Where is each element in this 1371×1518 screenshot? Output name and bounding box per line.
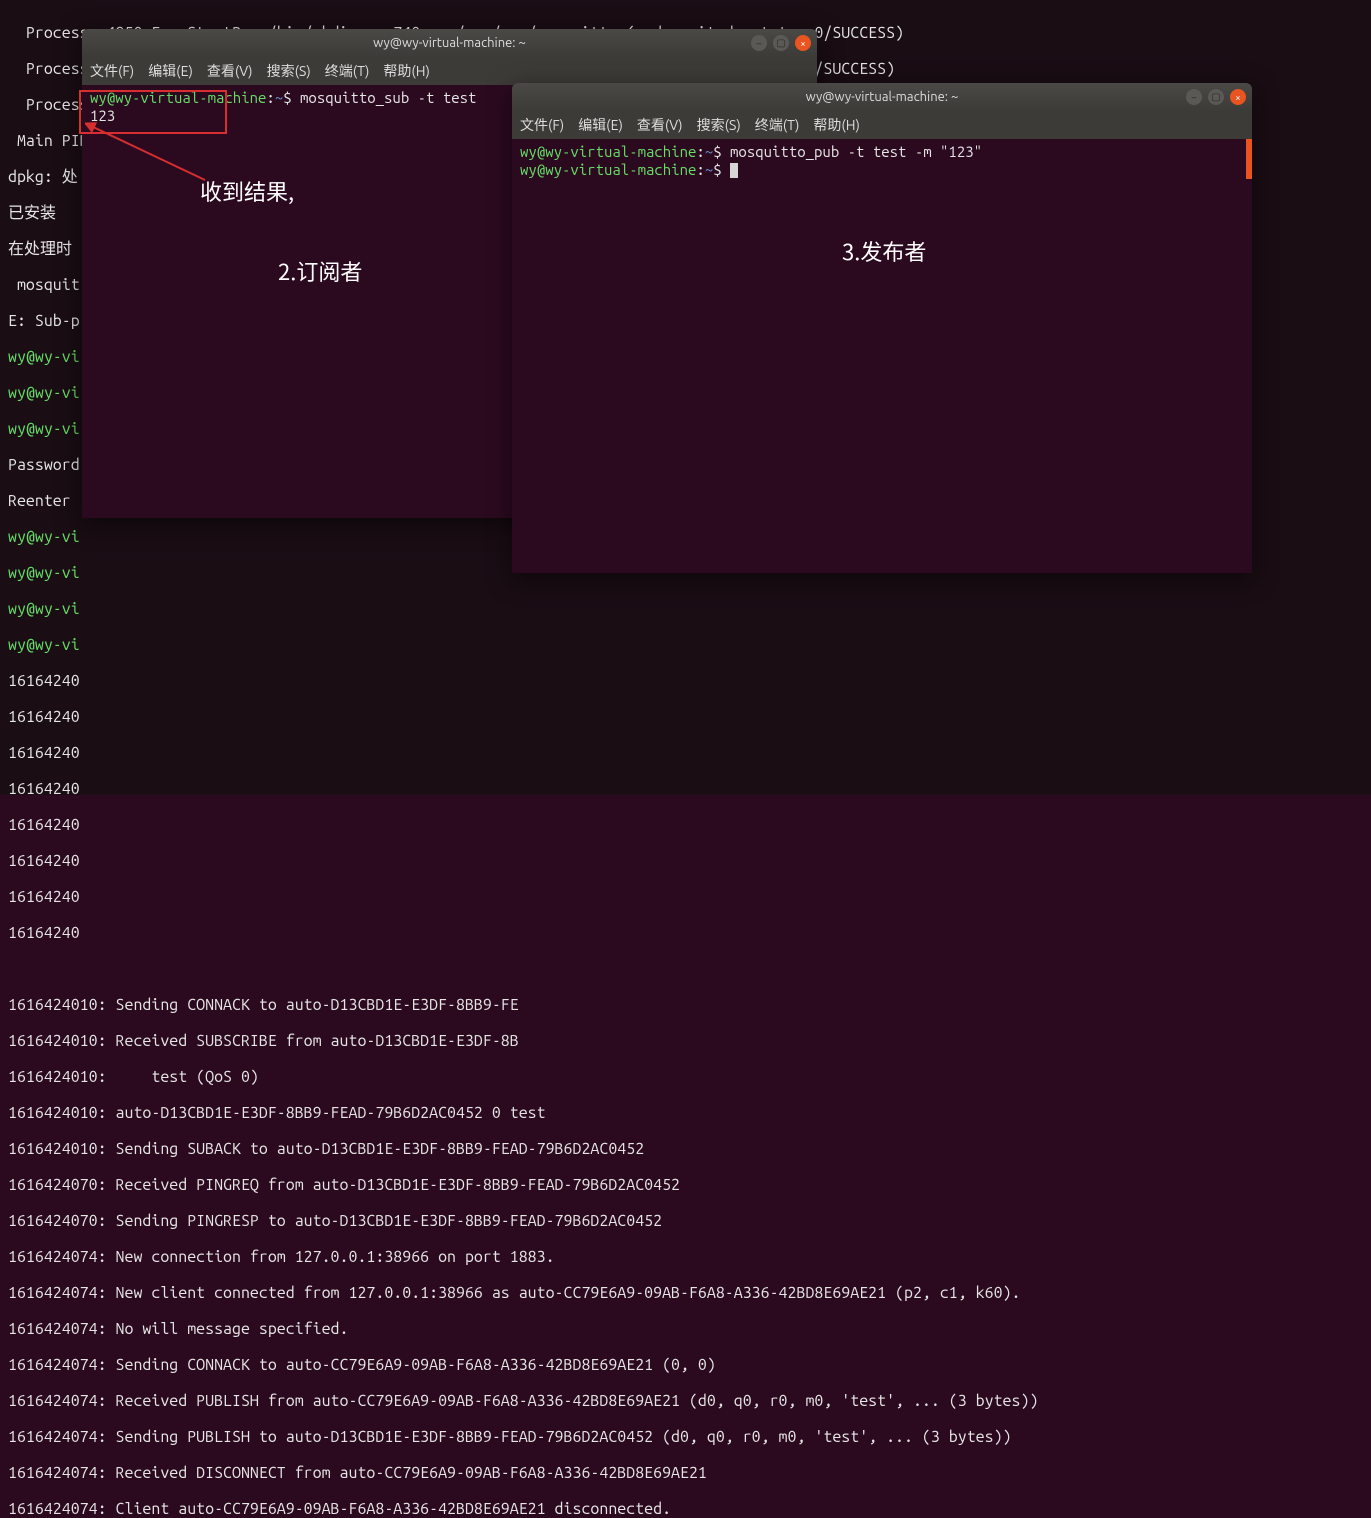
output: 123 bbox=[90, 107, 115, 124]
minimize-button[interactable]: – bbox=[1186, 89, 1202, 105]
prompt-end: $ bbox=[283, 89, 300, 106]
menu-help[interactable]: 帮助(H) bbox=[813, 115, 860, 135]
log-line: 1616424074: New connection from 127.0.0.… bbox=[8, 1248, 555, 1266]
menu-edit[interactable]: 编辑(E) bbox=[578, 115, 623, 135]
prompt-end: $ bbox=[713, 143, 730, 160]
prompt-path: ~ bbox=[705, 161, 713, 178]
scrollbar-thumb[interactable] bbox=[1246, 139, 1252, 179]
prompt-user: wy@wy-virtual-machine bbox=[90, 89, 266, 106]
bg-line: 在处理时 bbox=[8, 240, 72, 258]
bg-line: 16164240 bbox=[8, 672, 80, 690]
prompt-sep: : bbox=[266, 89, 274, 106]
log-line: 1616424070: Sending PINGRESP to auto-D13… bbox=[8, 1212, 662, 1230]
prompt-sep: : bbox=[696, 143, 704, 160]
log-line: 1616424074: Received PUBLISH from auto-C… bbox=[8, 1392, 1038, 1410]
bg-line: 已安装 bbox=[8, 204, 56, 222]
bg-line: Reenter bbox=[8, 492, 80, 510]
terminal-window-publisher[interactable]: wy@wy-virtual-machine: ~ – ▢ × 文件(F) 编辑(… bbox=[512, 83, 1252, 573]
titlebar[interactable]: wy@wy-virtual-machine: ~ – ▢ × bbox=[512, 83, 1252, 111]
bg-line: Password bbox=[8, 456, 80, 474]
bg-prompt: wy@wy-vi bbox=[8, 348, 80, 366]
menu-view[interactable]: 查看(V) bbox=[207, 61, 253, 81]
bg-line: 16164240 bbox=[8, 744, 80, 762]
menu-file[interactable]: 文件(F) bbox=[520, 115, 564, 135]
bg-prompt: wy@wy-vi bbox=[8, 528, 80, 546]
menu-edit[interactable]: 编辑(E) bbox=[148, 61, 193, 81]
maximize-button[interactable]: ▢ bbox=[773, 35, 789, 51]
menu-terminal[interactable]: 终端(T) bbox=[755, 115, 800, 135]
menu-file[interactable]: 文件(F) bbox=[90, 61, 134, 81]
prompt-end: $ bbox=[713, 161, 730, 178]
log-line: 1616424010: test (QoS 0) bbox=[8, 1068, 259, 1086]
bg-line: 16164240 bbox=[8, 816, 80, 834]
bg-line: 16164240 bbox=[8, 780, 80, 798]
prompt-path: ~ bbox=[275, 89, 283, 106]
bg-line: 16164240 bbox=[8, 888, 80, 906]
log-line: 1616424010: Sending SUBACK to auto-D13CB… bbox=[8, 1140, 644, 1158]
log-line: 1616424074: New client connected from 12… bbox=[8, 1284, 1020, 1302]
log-line: 1616424074: Received DISCONNECT from aut… bbox=[8, 1464, 707, 1482]
log-line: 1616424010: Sending CONNACK to auto-D13C… bbox=[8, 996, 519, 1014]
close-button[interactable]: × bbox=[1230, 89, 1246, 105]
log-line: 1616424074: Sending PUBLISH to auto-D13C… bbox=[8, 1428, 1012, 1446]
log-line: 1616424074: Sending CONNACK to auto-CC79… bbox=[8, 1356, 716, 1374]
prompt-user: wy@wy-virtual-machine bbox=[520, 143, 696, 160]
prompt-sep: : bbox=[696, 161, 704, 178]
bg-line: dpkg: 处 bbox=[8, 168, 78, 186]
bg-line: mosquit bbox=[8, 276, 80, 294]
menu-search[interactable]: 搜索(S) bbox=[697, 115, 741, 135]
log-line: 1616424010: Received SUBSCRIBE from auto… bbox=[8, 1032, 519, 1050]
close-button[interactable]: × bbox=[795, 35, 811, 51]
menu-view[interactable]: 查看(V) bbox=[637, 115, 683, 135]
bg-prompt: wy@wy-vi bbox=[8, 420, 80, 438]
bg-line: 16164240 bbox=[8, 852, 80, 870]
prompt-user: wy@wy-virtual-machine bbox=[520, 161, 696, 178]
window-title: wy@wy-virtual-machine: ~ bbox=[512, 90, 1252, 104]
minimize-button[interactable]: – bbox=[751, 35, 767, 51]
cursor-block-icon bbox=[730, 163, 738, 178]
maximize-button[interactable]: ▢ bbox=[1208, 89, 1224, 105]
bg-prompt: wy@wy-vi bbox=[8, 600, 80, 618]
command: mosquitto_sub -t test bbox=[300, 89, 476, 106]
menu-help[interactable]: 帮助(H) bbox=[383, 61, 430, 81]
titlebar[interactable]: wy@wy-virtual-machine: ~ – ▢ × bbox=[82, 29, 817, 57]
log-line: 1616424074: Client auto-CC79E6A9-09AB-F6… bbox=[8, 1500, 671, 1518]
menu-search[interactable]: 搜索(S) bbox=[267, 61, 311, 81]
menubar: 文件(F) 编辑(E) 查看(V) 搜索(S) 终端(T) 帮助(H) bbox=[82, 57, 817, 85]
bg-line: 16164240 bbox=[8, 924, 80, 942]
prompt-path: ~ bbox=[705, 143, 713, 160]
log-line: 1616424010: auto-D13CBD1E-E3DF-8BB9-FEAD… bbox=[8, 1104, 546, 1122]
window-title: wy@wy-virtual-machine: ~ bbox=[82, 36, 817, 50]
bg-prompt: wy@wy-vi bbox=[8, 384, 80, 402]
bg-prompt: wy@wy-vi bbox=[8, 564, 80, 582]
menubar: 文件(F) 编辑(E) 查看(V) 搜索(S) 终端(T) 帮助(H) bbox=[512, 111, 1252, 139]
bg-prompt: wy@wy-vi bbox=[8, 636, 80, 654]
menu-terminal[interactable]: 终端(T) bbox=[325, 61, 370, 81]
bg-line: Main PID bbox=[8, 132, 89, 150]
log-line: 1616424074: No will message specified. bbox=[8, 1320, 348, 1338]
log-line: 1616424070: Received PINGREQ from auto-D… bbox=[8, 1176, 680, 1194]
bg-line: 16164240 bbox=[8, 708, 80, 726]
bg-line: E: Sub-p bbox=[8, 312, 80, 330]
terminal-body[interactable]: wy@wy-virtual-machine:~$ mosquitto_pub -… bbox=[512, 139, 1252, 573]
command: mosquitto_pub -t test -m "123" bbox=[730, 143, 982, 160]
